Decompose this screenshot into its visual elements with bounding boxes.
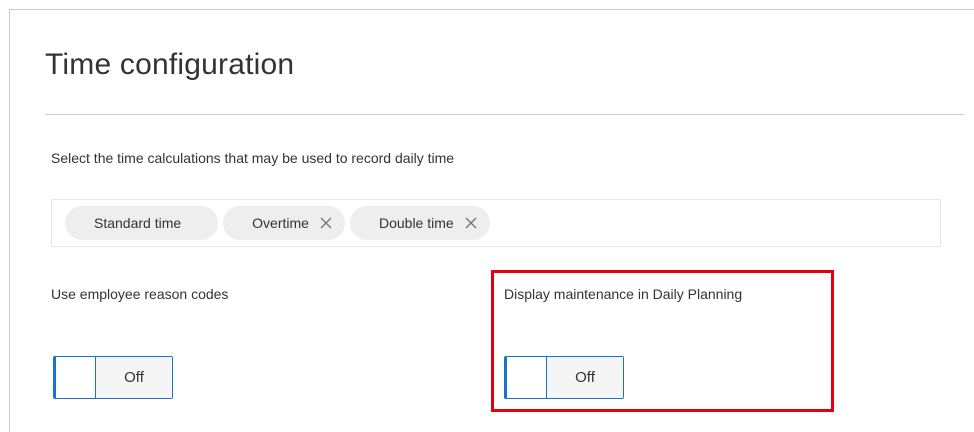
- time-calculations-instruction: Select the time calculations that may be…: [51, 150, 455, 166]
- close-icon[interactable]: [318, 215, 334, 231]
- employee-reason-codes-label: Use employee reason codes: [51, 286, 229, 302]
- time-calculations-selector[interactable]: Standard time Overtime Double time: [51, 199, 941, 247]
- toggle-knob: [54, 357, 96, 398]
- chip-label: Overtime: [252, 215, 309, 231]
- toggle-state: Off: [96, 357, 172, 398]
- chip-standard-time: Standard time: [65, 206, 219, 240]
- chip-double-time: Double time: [349, 206, 490, 240]
- chip-label: Standard time: [94, 215, 182, 231]
- chip-overtime: Overtime: [223, 206, 345, 240]
- highlight-annotation: [491, 270, 834, 412]
- employee-reason-codes-toggle[interactable]: Off: [53, 356, 173, 399]
- chip-label: Double time: [378, 215, 454, 231]
- page-title: Time configuration: [45, 48, 295, 81]
- close-icon[interactable]: [463, 215, 479, 231]
- title-divider: [45, 114, 964, 115]
